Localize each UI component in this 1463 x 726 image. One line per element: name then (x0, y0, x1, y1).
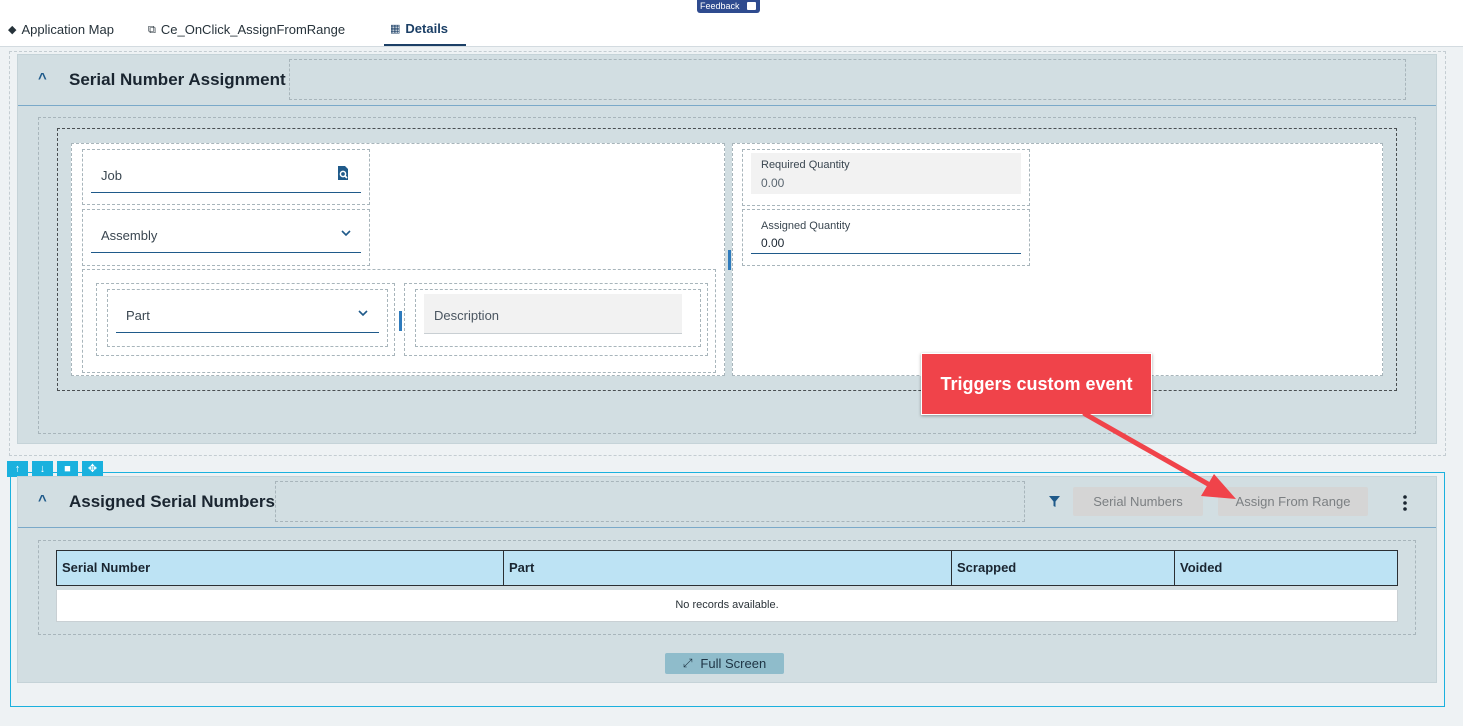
table-icon: ▦ (390, 23, 401, 35)
description-label: Description (434, 308, 500, 323)
description-underline (424, 333, 682, 334)
assigned-quantity-value: 0.00 (761, 236, 785, 250)
tab-details[interactable]: ▦ Details (384, 14, 466, 46)
required-quantity-label: Required Quantity (761, 159, 850, 171)
description-field: Description (424, 294, 682, 334)
panel-header-divider (18, 105, 1436, 106)
part-dropdown[interactable]: Part (116, 296, 379, 334)
serial-numbers-button[interactable]: Serial Numbers (1073, 487, 1203, 516)
column-resize-handle[interactable] (728, 250, 731, 270)
panel-header-placeholder (289, 59, 1406, 100)
assembly-label: Assembly (101, 228, 158, 243)
full-screen-label: Full Screen (700, 656, 767, 671)
assign-from-range-button[interactable]: Assign From Range (1218, 487, 1368, 516)
serial-numbers-grid-header: Serial Number Part Scrapped Voided (56, 550, 1398, 586)
diagram-icon: ⧉ (148, 24, 156, 36)
feedback-label: Feedback (700, 1, 740, 11)
collapse-chevron-up-icon[interactable]: ^ (38, 70, 47, 87)
tab-label: Details (405, 21, 449, 36)
filter-icon[interactable] (1048, 495, 1061, 508)
job-underline (91, 192, 361, 193)
required-quantity-value: 0.00 (761, 176, 785, 190)
required-quantity-field: Required Quantity 0.00 (751, 153, 1021, 194)
column-header-serial-number[interactable]: Serial Number (57, 551, 504, 585)
job-field[interactable]: Job (91, 156, 361, 194)
grid-empty-message: No records available. (56, 590, 1398, 622)
tab-ce-onclick-assign-from-range[interactable]: ⧉ Ce_OnClick_AssignFromRange (148, 14, 345, 46)
part-underline (116, 332, 379, 333)
panel-header-divider (18, 527, 1436, 528)
layers-icon: ◆ (8, 24, 17, 36)
assigned-quantity-underline (751, 253, 1021, 254)
chevron-down-icon (341, 230, 351, 237)
full-screen-button[interactable]: ⤢ Full Screen (665, 653, 784, 674)
column-header-voided[interactable]: Voided (1175, 551, 1397, 585)
collapse-chevron-up-icon[interactable]: ^ (38, 492, 47, 509)
job-label: Job (101, 168, 122, 183)
chevron-down-icon (358, 310, 368, 317)
feedback-button[interactable]: Feedback (697, 0, 760, 13)
panel-title: Serial Number Assignment (69, 70, 286, 89)
chat-icon (747, 2, 756, 10)
panel-title: Assigned Serial Numbers (69, 492, 275, 511)
assigned-quantity-label: Assigned Quantity (761, 220, 851, 232)
search-icon[interactable] (335, 165, 351, 181)
more-vertical-icon[interactable] (1399, 494, 1411, 512)
column-header-part[interactable]: Part (504, 551, 952, 585)
assembly-underline (91, 252, 361, 253)
assigned-quantity-field[interactable]: Assigned Quantity 0.00 (751, 214, 1021, 254)
panel-header-placeholder (275, 481, 1025, 522)
tab-application-map[interactable]: ◆ Application Map (8, 14, 114, 46)
column-header-scrapped[interactable]: Scrapped (952, 551, 1175, 585)
annotation-callout: Triggers custom event (921, 353, 1152, 415)
column-resize-handle[interactable] (399, 311, 402, 331)
part-label: Part (126, 308, 150, 323)
expand-icon: ⤢ (682, 656, 693, 670)
tab-label: Application Map (21, 22, 114, 37)
assembly-dropdown[interactable]: Assembly (91, 216, 361, 254)
tab-label: Ce_OnClick_AssignFromRange (160, 22, 346, 37)
